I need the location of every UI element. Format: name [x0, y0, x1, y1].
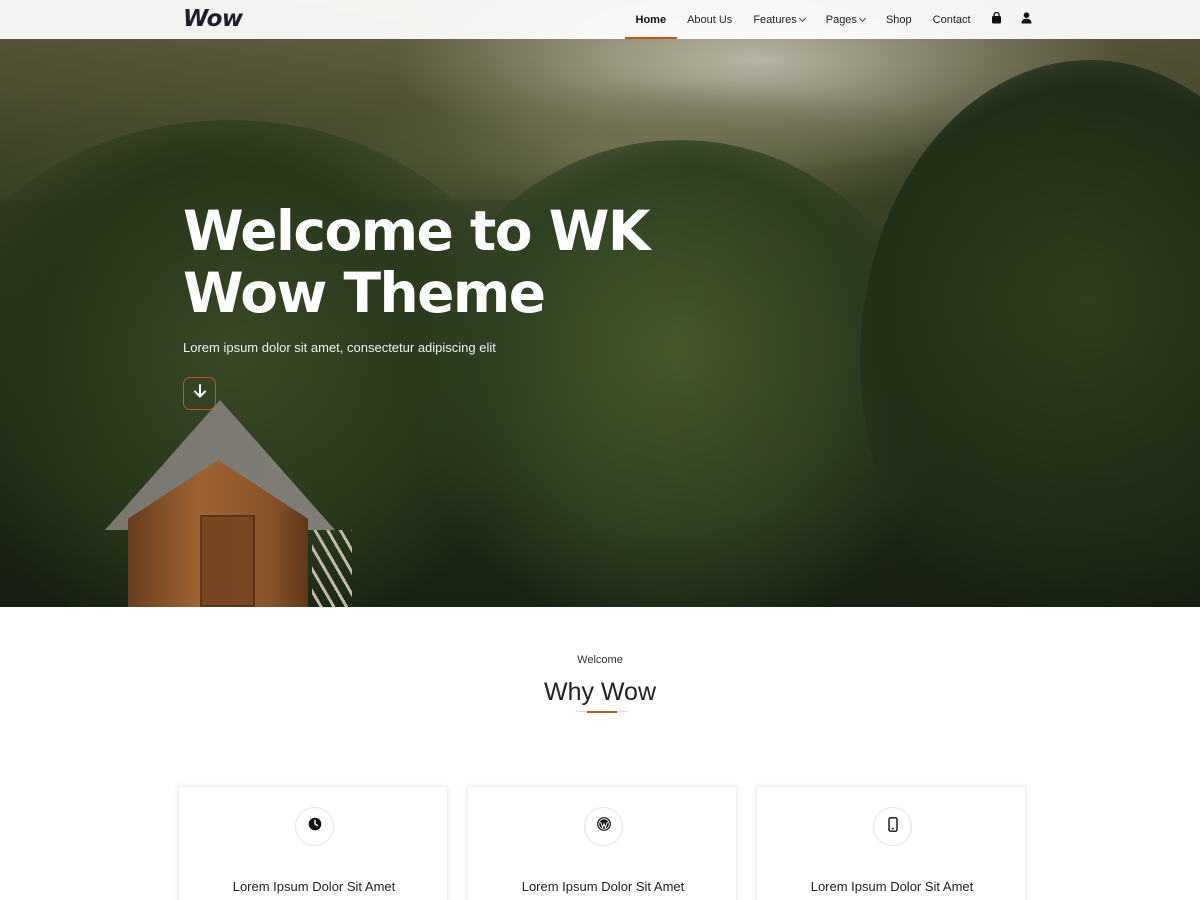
menu-item-about-us[interactable]: About Us — [677, 0, 743, 39]
clock-icon — [308, 817, 322, 836]
menu-item-pages[interactable]: Pages — [815, 0, 875, 39]
menu-item-label: Home — [635, 13, 667, 26]
chevron-down-icon — [858, 14, 866, 22]
feature-card-title: Lorem Ipsum Dolor Sit Amet — [521, 879, 685, 894]
main-menu: Home About Us Features Pages Shop Contac… — [625, 0, 1041, 39]
menu-item-label: Pages — [825, 13, 857, 26]
top-navigation: Wow Home About Us Features Pages Shop Co… — [0, 0, 1200, 39]
title-divider-accent — [587, 711, 617, 713]
menu-item-shop[interactable]: Shop — [875, 0, 922, 39]
site-logo[interactable]: Wow — [183, 6, 243, 32]
account-button[interactable] — [1011, 0, 1041, 39]
section-eyebrow: Welcome — [577, 654, 623, 666]
chevron-down-icon — [798, 14, 806, 22]
user-icon — [1021, 11, 1032, 29]
menu-item-contact[interactable]: Contact — [922, 0, 981, 39]
section-title: Why Wow — [543, 678, 657, 706]
shopping-bag-icon — [991, 11, 1002, 29]
feature-icon-circle — [295, 807, 334, 846]
menu-item-label: Features — [753, 13, 797, 26]
menu-item-label: Contact — [932, 13, 971, 26]
menu-item-label: Shop — [885, 13, 912, 26]
mobile-phone-icon — [887, 816, 898, 837]
feature-cards: Lorem Ipsum Dolor Sit Amet Lorem Ipsum D… — [178, 786, 1028, 900]
wordpress-icon — [596, 817, 611, 836]
hero-banner: Welcome to WK Wow Theme Lorem ipsum dolo… — [0, 0, 1200, 607]
scroll-down-button[interactable] — [183, 377, 216, 410]
cart-button[interactable] — [981, 0, 1011, 39]
feature-card-title: Lorem Ipsum Dolor Sit Amet — [810, 879, 974, 894]
menu-item-label: About Us — [687, 13, 733, 26]
feature-card-title: Lorem Ipsum Dolor Sit Amet — [232, 879, 396, 894]
feature-card: Lorem Ipsum Dolor Sit Amet — [178, 786, 448, 900]
arrow-down-icon — [192, 383, 208, 404]
menu-item-features[interactable]: Features — [743, 0, 815, 39]
hero-title: Welcome to WK Wow Theme — [183, 200, 743, 324]
hero-title-line-1: Welcome to WK — [183, 199, 651, 263]
hero-title-line-2: Wow Theme — [183, 261, 546, 325]
menu-item-home[interactable]: Home — [625, 0, 677, 39]
feature-card: Lorem Ipsum Dolor Sit Amet — [756, 786, 1026, 900]
feature-icon-circle — [584, 807, 623, 846]
feature-icon-circle — [873, 807, 912, 846]
feature-card: Lorem Ipsum Dolor Sit Amet — [467, 786, 737, 900]
hero-subtitle: Lorem ipsum dolor sit amet, consectetur … — [183, 340, 496, 355]
